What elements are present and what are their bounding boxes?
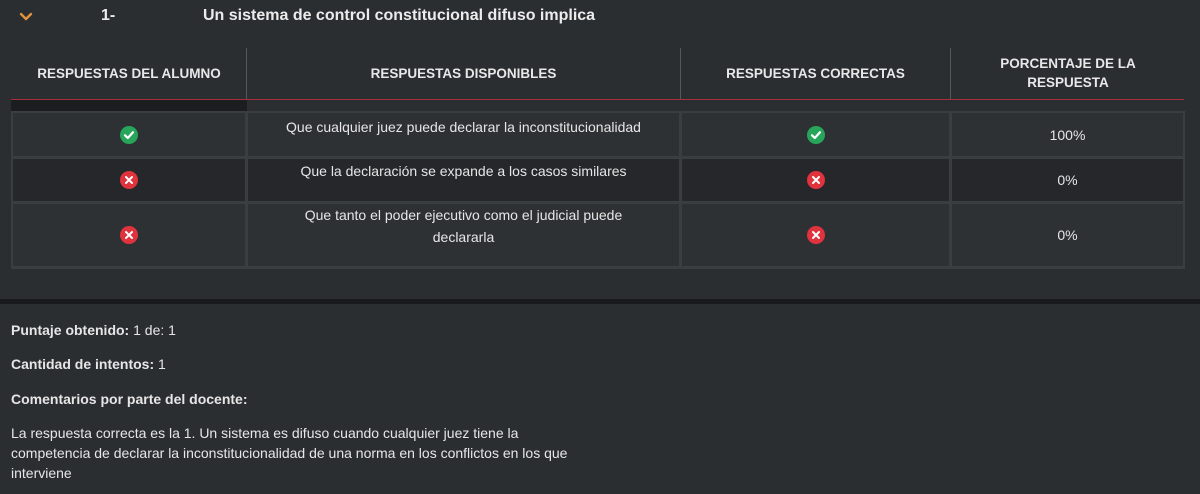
score-label: Puntaje obtenido: <box>11 322 130 338</box>
correct-answer-cell <box>682 113 949 156</box>
available-answer-cell: Que cualquier juez puede declarar la inc… <box>248 113 679 156</box>
score-line: Puntaje obtenido: 1 de: 1 <box>11 322 176 338</box>
attempts-label: Cantidad de intentos: <box>11 356 155 372</box>
question-header[interactable]: 1- Un sistema de control constitucional … <box>0 0 1200 34</box>
column-header-percent: PORCENTAJE DE LA RESPUESTA <box>1000 56 1136 90</box>
section-divider <box>0 299 1200 304</box>
available-answer-cell: Que tanto el poder ejecutivo como el jud… <box>248 204 679 266</box>
column-header-correct: RESPUESTAS CORRECTAS <box>726 65 905 81</box>
teacher-comment: La respuesta correcta es la 1. Un sistem… <box>11 425 568 481</box>
x-circle-icon <box>806 171 825 189</box>
chevron-down-icon[interactable] <box>19 10 33 24</box>
x-circle-icon <box>806 226 825 244</box>
attempts-value: 1 <box>158 356 166 372</box>
correct-answer-cell <box>682 204 949 266</box>
student-answer-cell <box>13 159 245 201</box>
x-circle-icon <box>120 226 138 244</box>
score-value: 1 de: 1 <box>133 322 176 338</box>
check-circle-icon <box>120 125 138 144</box>
header-band <box>11 100 247 111</box>
answers-table: Que cualquier juez puede declarar la inc… <box>11 111 1185 269</box>
column-header-student: RESPUESTAS DEL ALUMNO <box>37 65 221 81</box>
percent-cell: 0% <box>952 204 1183 266</box>
percent-cell: 0% <box>952 159 1183 201</box>
percent-cell: 100% <box>952 113 1183 156</box>
question-title: Un sistema de control constitucional dif… <box>203 7 596 24</box>
column-header-available: RESPUESTAS DISPONIBLES <box>370 65 557 81</box>
available-answer-cell: Que la declaración se expande a los caso… <box>248 159 679 201</box>
correct-answer-cell <box>682 159 949 201</box>
comments-heading: Comentarios por parte del docente: <box>11 391 248 407</box>
check-circle-icon <box>806 125 825 144</box>
student-answer-cell <box>13 204 245 266</box>
student-answer-cell <box>13 113 245 156</box>
question-number: 1- <box>101 7 116 24</box>
x-circle-icon <box>120 171 138 189</box>
attempts-line: Cantidad de intentos: 1 <box>11 356 166 372</box>
